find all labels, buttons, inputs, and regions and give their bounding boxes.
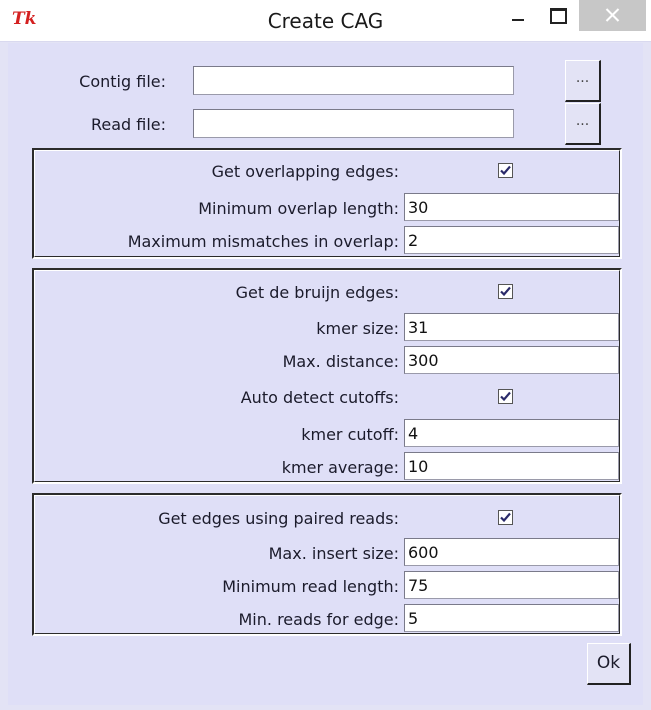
kmer-average-input[interactable] xyxy=(404,452,619,480)
read-file-input[interactable] xyxy=(193,109,514,138)
max-distance-label: Max. distance: xyxy=(282,352,399,371)
read-file-label: Read file: xyxy=(90,115,166,134)
min-read-length-label: Minimum read length: xyxy=(222,577,399,596)
paired-enable-checkbox[interactable] xyxy=(498,510,513,525)
max-mismatch-label: Maximum mismatches in overlap: xyxy=(127,232,399,251)
read-browse-button[interactable]: ... xyxy=(565,103,601,145)
title-bar[interactable]: Tk Create CAG xyxy=(0,0,651,42)
min-reads-label: Min. reads for edge: xyxy=(238,610,400,629)
min-overlap-input[interactable] xyxy=(404,193,619,221)
contig-browse-button[interactable]: ... xyxy=(565,60,601,102)
min-read-length-input[interactable] xyxy=(404,571,619,599)
close-button[interactable] xyxy=(579,0,646,31)
max-mismatch-input[interactable] xyxy=(404,226,619,254)
auto-detect-label: Auto detect cutoffs: xyxy=(240,388,399,407)
paired-enable-label: Get edges using paired reads: xyxy=(158,509,399,528)
contig-file-input[interactable] xyxy=(193,66,514,95)
overlap-enable-checkbox[interactable] xyxy=(498,163,513,178)
contig-file-label: Contig file: xyxy=(79,72,166,91)
kmer-average-label: kmer average: xyxy=(281,458,399,477)
kmer-cutoff-input[interactable] xyxy=(404,419,619,447)
minimize-button[interactable] xyxy=(498,0,538,31)
max-insert-input[interactable] xyxy=(404,538,619,566)
checkmark-icon xyxy=(500,165,511,176)
kmer-cutoff-label: kmer cutoff: xyxy=(301,425,399,444)
checkmark-icon xyxy=(500,512,511,523)
auto-detect-checkbox[interactable] xyxy=(498,389,513,404)
checkmark-icon xyxy=(500,391,511,402)
ok-button[interactable]: Ok xyxy=(587,643,631,685)
min-overlap-label: Minimum overlap length: xyxy=(198,199,399,218)
overlap-enable-label: Get overlapping edges: xyxy=(211,162,399,181)
max-distance-input[interactable] xyxy=(404,346,619,374)
kmer-size-label: kmer size: xyxy=(316,319,399,338)
max-insert-label: Max. insert size: xyxy=(268,544,399,563)
create-cag-window: Tk Create CAG Contig file: ... Read file… xyxy=(0,0,651,710)
min-reads-input[interactable] xyxy=(404,604,619,632)
maximize-button[interactable] xyxy=(538,0,578,31)
debruijn-enable-label: Get de bruijn edges: xyxy=(235,283,399,302)
kmer-size-input[interactable] xyxy=(404,313,619,341)
checkmark-icon xyxy=(500,286,511,297)
debruijn-enable-checkbox[interactable] xyxy=(498,284,513,299)
